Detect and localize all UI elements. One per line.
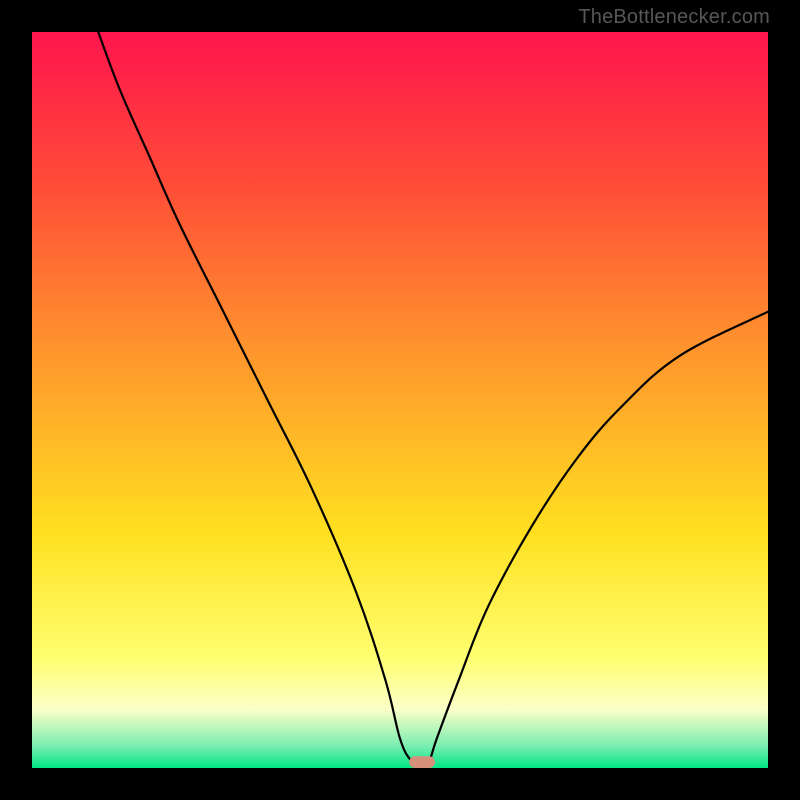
- plot-area: [32, 32, 768, 768]
- attribution-label: TheBottlenecker.com: [578, 6, 770, 29]
- background-gradient: [32, 32, 768, 768]
- chart-frame: TheBottlenecker.com: [0, 0, 800, 800]
